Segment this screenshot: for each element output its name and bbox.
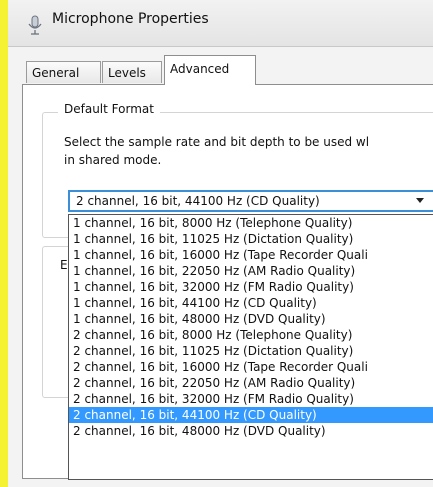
window-title: Microphone Properties (52, 11, 209, 27)
dropdown-option[interactable]: 1 channel, 16 bit, 44100 Hz (CD Quality) (69, 295, 433, 311)
dropdown-option[interactable]: 2 channel, 16 bit, 32000 Hz (FM Radio Qu… (69, 391, 433, 407)
sample-rate-selected-value: 2 channel, 16 bit, 44100 Hz (CD Quality) (76, 194, 320, 208)
sample-rate-dropdown-list[interactable]: 1 channel, 16 bit, 8000 Hz (Telephone Qu… (68, 214, 433, 480)
microphone-icon (28, 15, 42, 35)
title-bar[interactable]: Microphone Properties (8, 0, 433, 47)
description-line-1: Select the sample rate and bit depth to … (64, 135, 370, 149)
dropdown-option[interactable]: 1 channel, 16 bit, 16000 Hz (Tape Record… (69, 247, 433, 263)
default-format-title: Default Format (58, 102, 160, 116)
dropdown-option[interactable]: 2 channel, 16 bit, 11025 Hz (Dictation Q… (69, 343, 433, 359)
chevron-down-icon[interactable] (416, 198, 424, 203)
dropdown-option[interactable]: 2 channel, 16 bit, 48000 Hz (DVD Quality… (69, 423, 433, 439)
tab-levels[interactable]: Levels (102, 61, 162, 83)
dropdown-option[interactable]: 2 channel, 16 bit, 44100 Hz (CD Quality) (69, 407, 433, 423)
dropdown-option[interactable]: 1 channel, 16 bit, 48000 Hz (DVD Quality… (69, 311, 433, 327)
dropdown-option[interactable]: 1 channel, 16 bit, 22050 Hz (AM Radio Qu… (69, 263, 433, 279)
sample-rate-select[interactable]: 2 channel, 16 bit, 44100 Hz (CD Quality) (68, 190, 433, 212)
dropdown-option[interactable]: 2 channel, 16 bit, 16000 Hz (Tape Record… (69, 359, 433, 375)
exclusive-mode-title-fragment: E (60, 258, 68, 272)
default-format-description: Select the sample rate and bit depth to … (64, 133, 433, 169)
dropdown-option[interactable]: 2 channel, 16 bit, 22050 Hz (AM Radio Qu… (69, 375, 433, 391)
dropdown-option[interactable]: 1 channel, 16 bit, 8000 Hz (Telephone Qu… (69, 215, 433, 231)
dropdown-option[interactable]: 1 channel, 16 bit, 11025 Hz (Dictation Q… (69, 231, 433, 247)
description-line-2: in shared mode. (64, 153, 162, 167)
tab-general[interactable]: General (26, 61, 101, 83)
tab-advanced[interactable]: Advanced (164, 55, 256, 85)
dropdown-option[interactable]: 1 channel, 16 bit, 32000 Hz (FM Radio Qu… (69, 279, 433, 295)
dropdown-option[interactable]: 2 channel, 16 bit, 8000 Hz (Telephone Qu… (69, 327, 433, 343)
microphone-properties-window: Microphone Properties General Levels Adv… (0, 0, 433, 487)
